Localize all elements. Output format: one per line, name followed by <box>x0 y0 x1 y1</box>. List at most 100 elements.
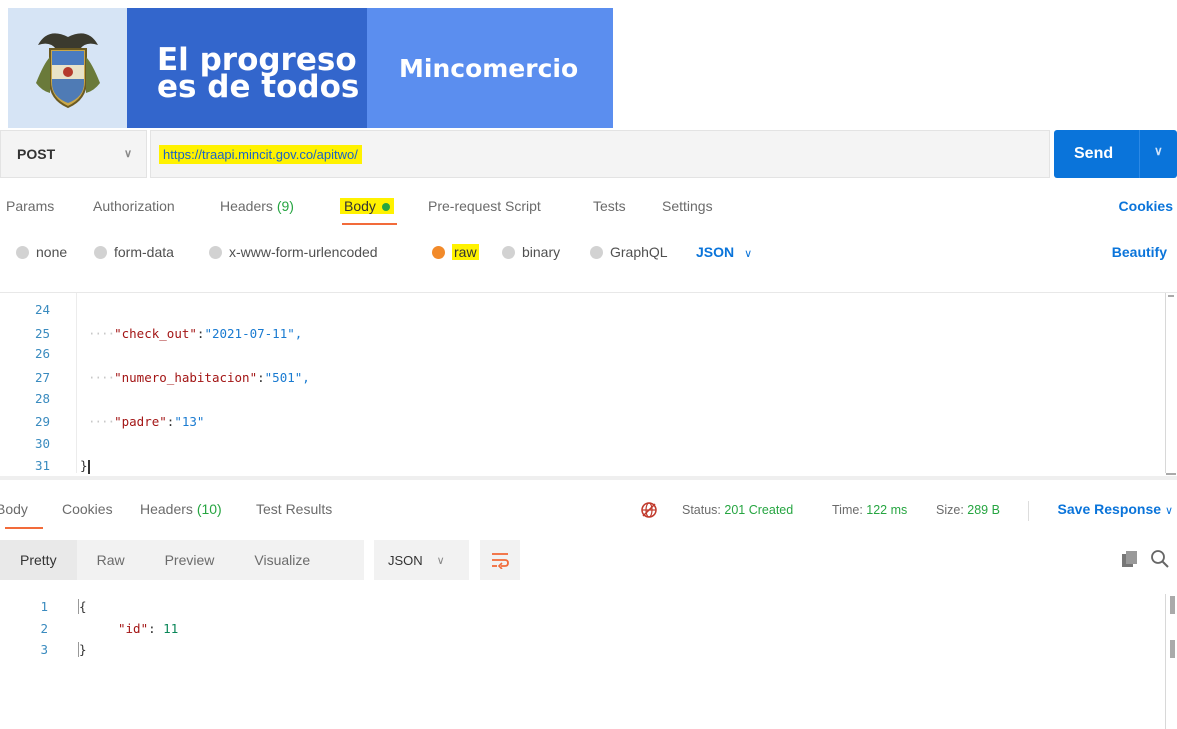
save-response-button[interactable]: Save Response ∨ <box>1058 501 1173 517</box>
method-select[interactable]: POST ∨ <box>0 130 147 178</box>
body-format-value: JSON <box>696 244 735 260</box>
line-number: 3 <box>40 642 48 657</box>
json-value: "501", <box>264 370 310 385</box>
banner-brand: Mincomercio <box>367 8 613 128</box>
globe-network-icon[interactable] <box>640 501 658 519</box>
line-number: 31 <box>34 458 50 473</box>
response-body-viewer[interactable]: 1 { 2 "id": 11 3 } <box>0 594 1177 729</box>
request-bar: POST ∨ https://traapi.mincit.gov.co/apit… <box>0 130 1177 178</box>
editor-scrollbar-top[interactable] <box>1168 295 1174 297</box>
response-format-select[interactable]: JSON ∨ <box>374 540 469 580</box>
radio-form-data[interactable]: form-data <box>94 244 174 260</box>
body-type-options: none form-data x-www-form-urlencoded raw… <box>0 244 1177 268</box>
json-key: "check_out" <box>114 326 197 341</box>
code-text: ····"numero_habitacion":"501", <box>88 370 310 385</box>
wrap-lines-icon <box>492 553 509 569</box>
radio-graphql[interactable]: GraphQL <box>590 244 668 260</box>
response-format-value: JSON <box>388 552 423 568</box>
json-key: "numero_habitacion" <box>114 370 258 385</box>
tab-body-label: Body <box>344 198 376 214</box>
line-number: 1 <box>40 599 48 614</box>
resp-tab-body[interactable]: Body <box>0 501 28 517</box>
json-value: "2021-07-11", <box>204 326 303 341</box>
response-view-modes: Pretty Raw Preview Visualize <box>0 540 364 580</box>
send-button[interactable]: Send ∨ <box>1054 130 1177 178</box>
indent-dots: ···· <box>88 370 115 385</box>
line-number: 26 <box>34 346 50 361</box>
closing-brace: } <box>80 458 88 473</box>
code-text: ····"padre":"13" <box>88 414 205 429</box>
method-value: POST <box>17 146 56 162</box>
resp-tab-headers-label: Headers <box>140 501 193 517</box>
tab-settings[interactable]: Settings <box>662 198 713 214</box>
json-key: "id" <box>118 621 149 636</box>
tab-prerequest-script[interactable]: Pre-request Script <box>428 198 541 214</box>
status-divider <box>1028 501 1029 521</box>
viewer-right-border <box>1165 594 1166 729</box>
banner-slogan: El progreso es de todos <box>127 8 367 128</box>
slogan-line-2: es de todos <box>157 69 360 105</box>
radio-none[interactable]: none <box>16 244 67 260</box>
resp-tab-test-results[interactable]: Test Results <box>256 501 332 517</box>
line-number: 28 <box>34 391 50 406</box>
colombia-coat-of-arms-icon <box>35 33 100 109</box>
editor-right-border <box>1165 293 1166 473</box>
send-options-chevron-icon[interactable]: ∨ <box>1154 144 1163 158</box>
radio-none-label: none <box>36 244 68 260</box>
code-text: "id": 11 <box>118 621 179 636</box>
beautify-link[interactable]: Beautify <box>1112 244 1167 260</box>
size-readout: Size: 289 B <box>936 503 1000 517</box>
url-input[interactable]: https://traapi.mincit.gov.co/apitwo/ <box>150 130 1050 178</box>
radio-urlencoded[interactable]: x-www-form-urlencoded <box>209 244 378 260</box>
send-divider <box>1139 130 1140 178</box>
viewer-scrollbar-thumb[interactable] <box>1170 596 1175 614</box>
line-number: 27 <box>34 370 50 385</box>
chevron-down-icon: ∨ <box>124 148 133 160</box>
wrap-lines-button[interactable] <box>480 540 520 580</box>
resp-tab-cookies[interactable]: Cookies <box>62 501 113 517</box>
active-tab-underline <box>342 223 397 225</box>
radio-urlencoded-circle <box>209 245 222 259</box>
view-preview[interactable]: Preview <box>145 552 235 568</box>
text-caret <box>87 459 90 474</box>
resp-headers-count: (10) <box>196 501 222 517</box>
send-label: Send <box>1074 145 1114 162</box>
request-body-editor[interactable]: 24 25 ····"check_out":"2021-07-11", 26 2… <box>0 292 1177 482</box>
json-key: "padre" <box>114 414 167 429</box>
active-tab-underline <box>5 527 43 529</box>
json-value: "13" <box>174 414 205 429</box>
line-number: 29 <box>34 414 50 429</box>
size-value: 289 B <box>967 503 1000 517</box>
viewer-scrollbar-thumb[interactable] <box>1170 640 1175 658</box>
tab-headers-label: Headers <box>220 198 273 214</box>
tab-headers[interactable]: Headers (9) <box>220 198 294 214</box>
search-icon[interactable] <box>1150 549 1170 569</box>
editor-gutter-divider <box>76 293 77 473</box>
view-pretty[interactable]: Pretty <box>0 540 77 580</box>
line-number: 2 <box>40 621 48 636</box>
line-number: 25 <box>34 326 50 341</box>
view-raw[interactable]: Raw <box>77 552 145 568</box>
radio-none-circle <box>16 245 29 259</box>
tab-params[interactable]: Params <box>6 198 54 214</box>
closing-brace: } <box>78 642 87 657</box>
tab-tests[interactable]: Tests <box>593 198 626 214</box>
resp-tab-headers[interactable]: Headers (10) <box>140 501 222 517</box>
cookies-link[interactable]: Cookies <box>1119 198 1173 214</box>
view-visualize[interactable]: Visualize <box>234 552 330 568</box>
editor-resize-handle[interactable] <box>1166 473 1176 475</box>
tab-authorization[interactable]: Authorization <box>93 198 175 214</box>
body-format-select[interactable]: JSON ∨ <box>696 244 752 260</box>
editor-splitter[interactable] <box>0 476 1177 480</box>
time-readout: Time: 122 ms <box>832 503 907 517</box>
headers-count: (9) <box>276 198 294 214</box>
tab-body[interactable]: Body <box>340 198 394 214</box>
status-readout: Status: 201 Created <box>682 503 793 517</box>
radio-binary[interactable]: binary <box>502 244 560 260</box>
radio-raw[interactable]: raw <box>432 244 479 260</box>
indent-dots: ···· <box>88 326 115 341</box>
copy-icon[interactable] <box>1121 550 1139 568</box>
radio-urlencoded-label: x-www-form-urlencoded <box>229 244 378 260</box>
chevron-down-icon: ∨ <box>436 554 445 567</box>
size-label: Size: <box>936 503 964 517</box>
